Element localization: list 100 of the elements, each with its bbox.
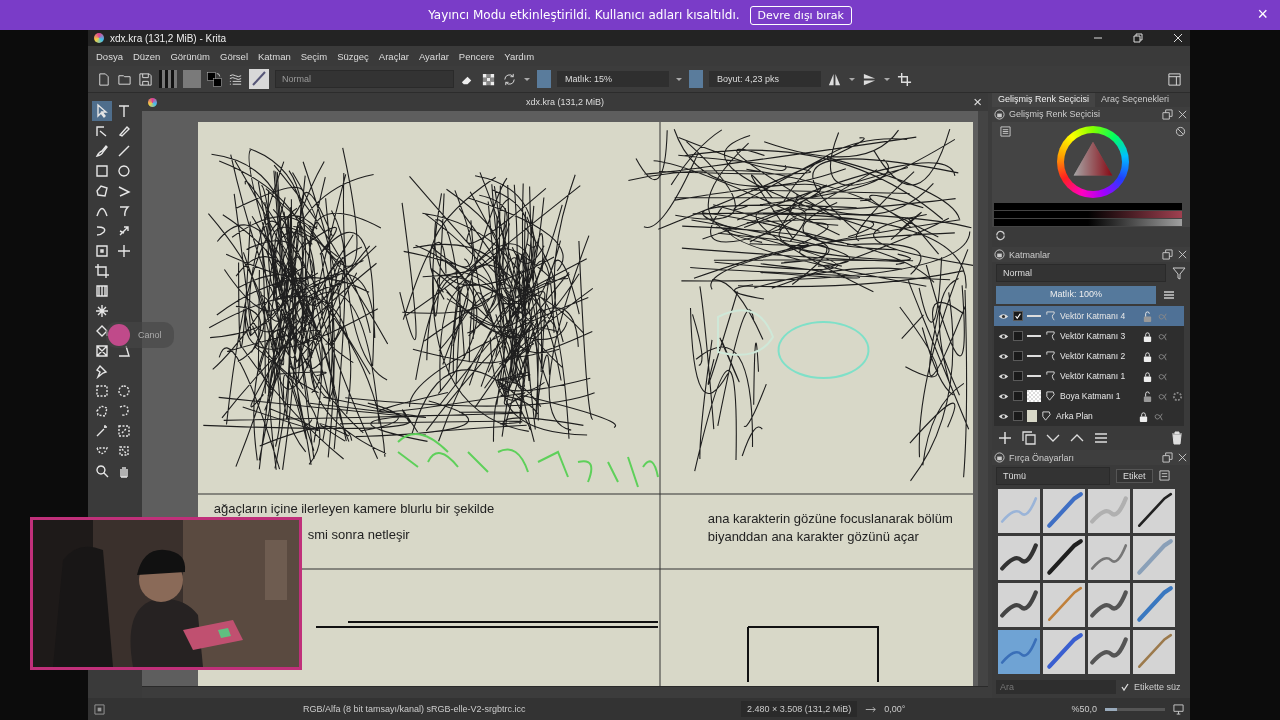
- lock-icon[interactable]: [1138, 410, 1149, 422]
- checkbox[interactable]: [1013, 311, 1023, 322]
- brush-preset[interactable]: [1043, 536, 1085, 580]
- checkbox[interactable]: [1013, 371, 1023, 382]
- trash-icon[interactable]: [1170, 431, 1184, 446]
- filter-icon[interactable]: [1172, 266, 1186, 281]
- checkbox[interactable]: [1013, 391, 1023, 402]
- brush-preset-icon[interactable]: [249, 69, 269, 89]
- brush-preset[interactable]: [998, 536, 1040, 580]
- menu-item[interactable]: Pencere: [458, 50, 495, 62]
- color-sliders[interactable]: [992, 202, 1190, 228]
- mirror-vertical-icon[interactable]: [862, 71, 877, 87]
- layer-row[interactable]: Vektör Katmanı 1: [994, 366, 1184, 387]
- brush-preset[interactable]: [1133, 489, 1175, 533]
- float-icon[interactable]: [1162, 108, 1173, 120]
- float-icon[interactable]: [1162, 452, 1173, 464]
- duplicate-icon[interactable]: [1022, 431, 1036, 446]
- close-icon[interactable]: [1172, 32, 1184, 44]
- close-icon[interactable]: [1177, 249, 1188, 261]
- menu-item[interactable]: Ayarlar: [418, 50, 449, 62]
- blend-mode-dropdown[interactable]: Normal: [996, 264, 1166, 283]
- tool-button[interactable]: [92, 261, 112, 281]
- checkbox-label: Etikette süz: [1134, 682, 1181, 692]
- layer-row[interactable]: Boya Katmanı 1: [994, 386, 1184, 407]
- size-field[interactable]: Boyut: 4,23 pks: [709, 71, 821, 87]
- float-icon[interactable]: [1162, 249, 1173, 261]
- brush-preset[interactable]: [998, 583, 1040, 627]
- menu-item[interactable]: Araçlar: [378, 50, 409, 62]
- paint-layer-icon: [1041, 410, 1052, 422]
- brush-settings-icon[interactable]: [228, 71, 243, 87]
- menu-item[interactable]: Görsel: [220, 50, 248, 62]
- reload-icon[interactable]: [502, 71, 517, 87]
- dotted-circle-icon[interactable]: [1172, 390, 1183, 402]
- close-icon[interactable]: [1177, 108, 1188, 120]
- zoom-slider[interactable]: [1105, 707, 1165, 711]
- close-button[interactable]: ×: [973, 95, 982, 109]
- mirror-horizontal-icon[interactable]: [827, 71, 842, 87]
- menu-item[interactable]: Yardım: [504, 50, 535, 62]
- dock-tab[interactable]: Araç Seçenekleri: [1095, 93, 1176, 107]
- pen-icon: [116, 123, 132, 139]
- restore-icon[interactable]: [1132, 32, 1144, 44]
- opacity-slider[interactable]: Matlık: 100%: [996, 286, 1156, 305]
- selection-icon[interactable]: [94, 703, 105, 715]
- close-icon[interactable]: [1177, 452, 1188, 464]
- add-icon[interactable]: [998, 431, 1012, 446]
- transform-icon: [94, 243, 110, 259]
- color-swap-icon[interactable]: [207, 71, 222, 87]
- brush-preset[interactable]: [1088, 630, 1130, 674]
- lock-icon[interactable]: [1142, 370, 1153, 382]
- unlock-icon[interactable]: [1142, 390, 1153, 402]
- opacity-field[interactable]: Matlık: 15%: [557, 71, 669, 87]
- disable-button[interactable]: Devre dışı bırak: [749, 5, 852, 25]
- menu-item[interactable]: Süzgeç: [337, 50, 369, 62]
- wrap-icon[interactable]: [897, 71, 912, 87]
- caret-icon[interactable]: [883, 75, 891, 83]
- new-document-icon[interactable]: [96, 71, 111, 87]
- properties-icon[interactable]: [1094, 431, 1108, 446]
- blend-mode-dropdown[interactable]: Normal: [275, 70, 454, 88]
- reset-icon[interactable]: [1175, 125, 1186, 137]
- move-icon: [116, 243, 132, 259]
- checkbox[interactable]: [1013, 331, 1023, 342]
- layer-row[interactable]: Vektör Katmanı 3: [994, 326, 1184, 347]
- brush-preset[interactable]: [1088, 583, 1130, 627]
- lock-icon[interactable]: [1142, 330, 1153, 342]
- pattern-swatch[interactable]: [183, 70, 201, 88]
- menu-item[interactable]: Görünüm: [170, 50, 210, 62]
- zoom-text: %50,0: [1071, 704, 1097, 714]
- dock-tab[interactable]: Gelişmiş Renk Seçicisi: [992, 93, 1096, 107]
- search-field[interactable]: Ara: [996, 680, 1116, 694]
- lock-icon[interactable]: [994, 249, 1005, 261]
- gradient-swatch[interactable]: [159, 70, 177, 88]
- unlock-icon[interactable]: [1142, 310, 1153, 322]
- checkbox[interactable]: [1013, 411, 1023, 422]
- lock-icon[interactable]: [994, 108, 1005, 120]
- settings-icon[interactable]: [1000, 125, 1011, 137]
- lock-icon[interactable]: [1142, 350, 1153, 362]
- rect-select-icon: [94, 383, 110, 399]
- layer-row[interactable]: Arka Plan: [994, 406, 1184, 427]
- save-icon[interactable]: [138, 71, 153, 87]
- tool-button[interactable]: [92, 101, 112, 121]
- menu-item[interactable]: Seçim: [300, 50, 328, 62]
- caret-icon[interactable]: [675, 75, 683, 83]
- refresh-icon[interactable]: [995, 230, 1006, 242]
- layer-row[interactable]: Vektör Katmanı 2: [994, 346, 1184, 367]
- caret-icon[interactable]: [523, 75, 531, 83]
- scrollbar[interactable]: [978, 111, 988, 686]
- workspace-icon[interactable]: [1167, 71, 1182, 87]
- menu-item[interactable]: Düzen: [132, 50, 161, 62]
- checkerboard-icon[interactable]: [481, 71, 496, 87]
- tag-dropdown[interactable]: Tümü: [996, 467, 1110, 485]
- menu-item[interactable]: Katman: [258, 50, 291, 62]
- menu-item[interactable]: Dosya: [96, 50, 123, 62]
- checkbox[interactable]: [1013, 351, 1023, 362]
- close-button[interactable]: ×: [1257, 5, 1268, 23]
- tag-button[interactable]: Etiket: [1116, 469, 1153, 483]
- monitor-icon[interactable]: [1173, 703, 1184, 715]
- lock-icon[interactable]: [994, 452, 1005, 464]
- list-icon[interactable]: [1158, 470, 1170, 482]
- caret-icon[interactable]: [848, 75, 856, 83]
- layer-row[interactable]: Vektör Katmanı 4: [994, 306, 1184, 327]
